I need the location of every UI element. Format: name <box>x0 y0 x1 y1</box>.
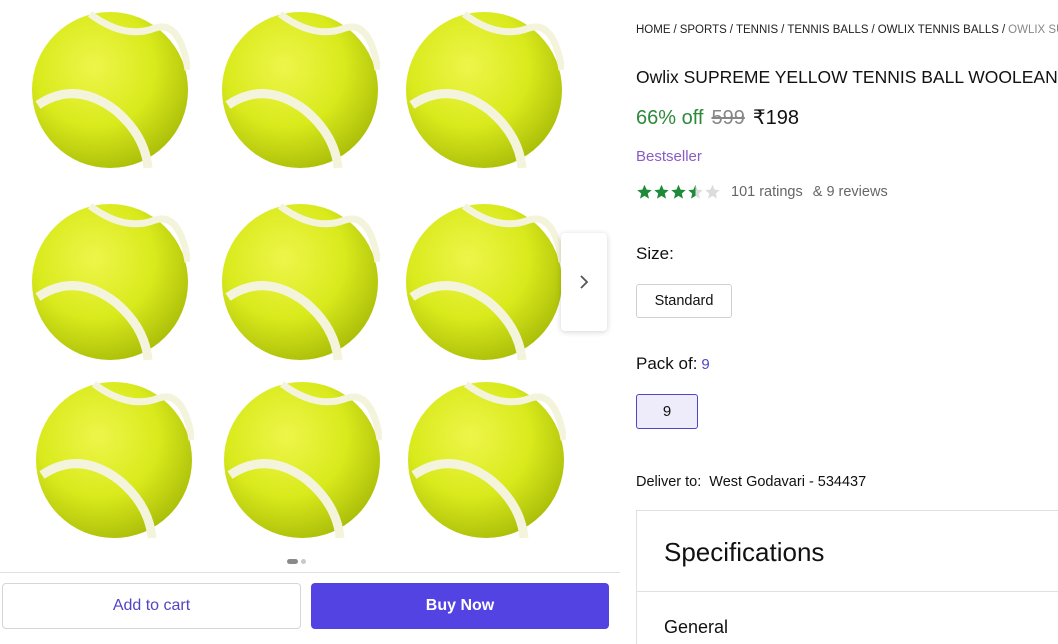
delivery-address[interactable]: West Godavari - 534437 <box>709 474 866 490</box>
tennis-ball-image <box>404 202 566 362</box>
original-price: 599 <box>711 107 745 129</box>
reviews-count[interactable]: & 9 reviews <box>813 184 888 200</box>
carousel-dot-active[interactable] <box>287 559 298 564</box>
tennis-ball-image <box>34 380 196 540</box>
breadcrumb-sports[interactable]: SPORTS <box>680 24 727 36</box>
breadcrumb: HOME / SPORTS / TENNIS / TENNIS BALLS / OWLIX TE… <box>636 24 1058 36</box>
add-to-cart-button[interactable]: Add to cart <box>2 583 301 629</box>
deliver-to-label: Deliver to: <box>636 474 702 490</box>
carousel-dot[interactable] <box>301 559 306 564</box>
discount-percent: 66% off <box>636 107 704 129</box>
tennis-ball-image <box>404 10 566 170</box>
selling-price: ₹198 <box>752 107 799 129</box>
pack-label: Pack of: 9 <box>636 354 710 374</box>
spec-section-general[interactable]: General <box>664 617 728 638</box>
price-row: 66% off 599 ₹198 <box>636 105 799 130</box>
tennis-ball-image <box>30 202 192 362</box>
breadcrumb-tennis[interactable]: TENNIS <box>736 24 778 36</box>
product-title: Owlix SUPREME YELLOW TENNIS BALL WOOLEAN <box>636 67 1058 87</box>
product-image[interactable] <box>22 8 568 548</box>
divider <box>637 591 1058 592</box>
size-option-standard[interactable]: Standard <box>636 284 732 318</box>
action-bar: Add to cart Buy Now <box>0 572 620 644</box>
breadcrumb-tennis-balls[interactable]: TENNIS BALLS <box>787 24 868 36</box>
delivery-location[interactable]: Deliver to: West Godavari - 534437 <box>636 474 866 490</box>
star-icon <box>688 184 703 199</box>
pack-label-text: Pack of: <box>636 354 698 373</box>
tennis-ball-image <box>220 10 382 170</box>
specifications-title: Specifications <box>664 537 825 567</box>
tennis-ball-image <box>220 202 382 362</box>
star-rating <box>636 184 721 200</box>
star-icon <box>654 184 669 199</box>
tennis-ball-image <box>222 380 384 540</box>
breadcrumb-owlix-tennis-balls[interactable]: OWLIX TENNIS BALLS <box>878 24 999 36</box>
pack-option-9[interactable]: 9 <box>636 394 698 429</box>
carousel-indicator <box>287 559 306 564</box>
size-label: Size: <box>636 244 674 263</box>
product-info-panel: HOME / SPORTS / TENNIS / TENNIS BALLS / OWLIX TE… <box>636 0 1058 644</box>
tennis-ball-image <box>406 380 568 540</box>
tennis-ball-image <box>30 10 192 170</box>
buy-now-button[interactable]: Buy Now <box>311 583 609 629</box>
breadcrumb-home[interactable]: HOME <box>636 24 671 36</box>
star-icon <box>671 184 686 199</box>
rating-row[interactable]: 101 ratings & 9 reviews <box>636 184 888 200</box>
star-icon <box>637 184 652 199</box>
ratings-count[interactable]: 101 ratings <box>731 184 803 200</box>
bestseller-badge: Bestseller <box>636 148 702 165</box>
product-image-gallery <box>0 0 620 572</box>
breadcrumb-current: OWLIX SUP <box>1008 24 1058 36</box>
specifications-card: Specifications General <box>636 510 1058 644</box>
star-icon <box>705 184 720 199</box>
pack-selected-value: 9 <box>701 356 710 373</box>
next-image-button[interactable] <box>561 233 607 331</box>
chevron-right-icon <box>580 275 589 289</box>
